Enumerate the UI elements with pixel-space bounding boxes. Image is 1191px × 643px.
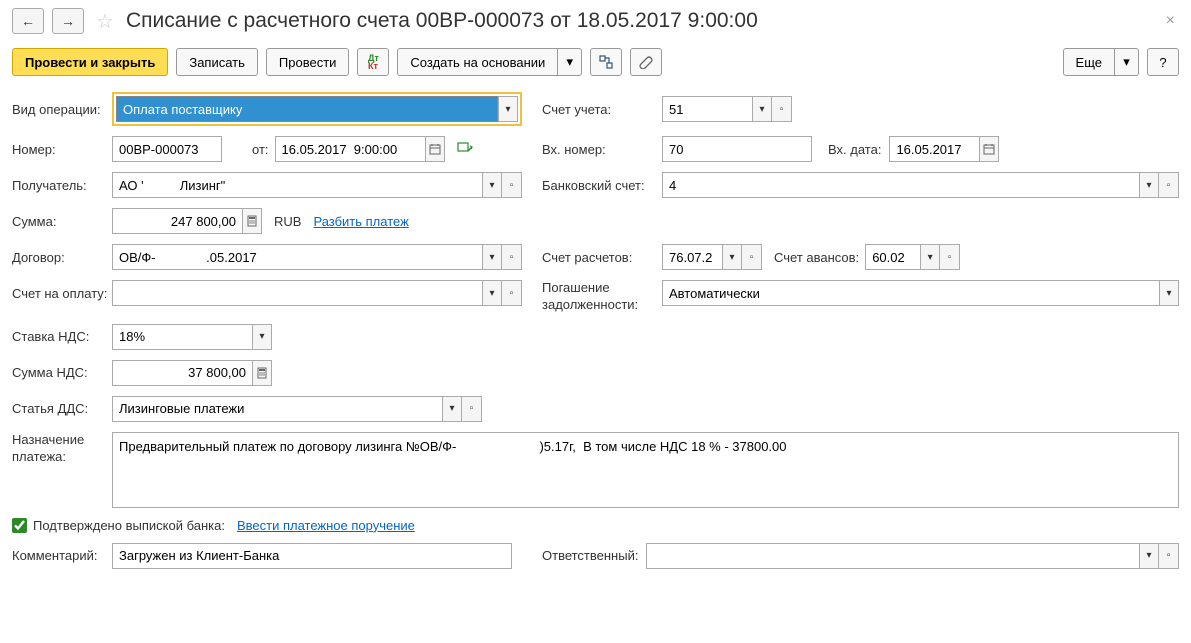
confirmed-by-bank-checkbox[interactable]	[12, 518, 27, 533]
invoice-input[interactable]	[112, 280, 482, 306]
recipient-label: Получатель:	[12, 178, 112, 193]
dds-article-dropdown[interactable]: ▾	[442, 396, 462, 422]
enter-payment-order-link[interactable]: Ввести платежное поручение	[237, 518, 415, 533]
page-title: Списание с расчетного счета 00ВР-000073 …	[126, 9, 758, 33]
in-date-input[interactable]	[889, 136, 979, 162]
help-button[interactable]: ?	[1147, 48, 1179, 76]
more-dropdown[interactable]: ▾	[1115, 48, 1139, 76]
settlement-acc-label: Счет расчетов:	[542, 250, 662, 265]
bank-account-open[interactable]: ▫	[1159, 172, 1179, 198]
contract-input[interactable]	[112, 244, 482, 270]
payment-purpose-textarea[interactable]	[112, 432, 1179, 508]
contract-label: Договор:	[12, 250, 112, 265]
advance-acc-dropdown[interactable]: ▾	[920, 244, 940, 270]
account-open[interactable]: ▫	[772, 96, 792, 122]
bank-account-input[interactable]	[662, 172, 1139, 198]
dt-kt-button[interactable]: ДтКт	[357, 48, 389, 76]
op-type-input[interactable]	[116, 96, 498, 122]
create-based-dropdown[interactable]: ▾	[558, 48, 582, 76]
amount-calc[interactable]	[242, 208, 262, 234]
split-payment-link[interactable]: Разбить платеж	[313, 214, 408, 229]
invoice-open[interactable]: ▫	[502, 280, 522, 306]
bank-account-label: Банковский счет:	[542, 178, 662, 193]
advance-acc-open[interactable]: ▫	[940, 244, 960, 270]
back-button[interactable]: ←	[12, 8, 44, 34]
dds-article-open[interactable]: ▫	[462, 396, 482, 422]
vat-amount-input[interactable]	[112, 360, 252, 386]
recipient-dropdown[interactable]: ▾	[482, 172, 502, 198]
in-number-input[interactable]	[662, 136, 812, 162]
in-date-calendar[interactable]	[979, 136, 999, 162]
settlement-acc-dropdown[interactable]: ▾	[722, 244, 742, 270]
vat-rate-dropdown[interactable]: ▾	[252, 324, 272, 350]
settlement-acc-open[interactable]: ▫	[742, 244, 762, 270]
advance-acc-input[interactable]	[865, 244, 920, 270]
dds-article-label: Статья ДДС:	[12, 401, 112, 416]
amount-label: Сумма:	[12, 214, 112, 229]
op-type-label: Вид операции:	[12, 102, 112, 117]
debt-repayment-dropdown[interactable]: ▾	[1159, 280, 1179, 306]
responsible-dropdown[interactable]: ▾	[1139, 543, 1159, 569]
in-date-label: Вх. дата:	[828, 142, 881, 157]
account-input[interactable]	[662, 96, 752, 122]
contract-dropdown[interactable]: ▾	[482, 244, 502, 270]
account-dropdown[interactable]: ▾	[752, 96, 772, 122]
date-input[interactable]	[275, 136, 425, 162]
responsible-label: Ответственный:	[542, 548, 638, 563]
vat-amount-calc[interactable]	[252, 360, 272, 386]
recipient-open[interactable]: ▫	[502, 172, 522, 198]
date-calendar[interactable]	[425, 136, 445, 162]
responsible-open[interactable]: ▫	[1159, 543, 1179, 569]
vat-rate-input[interactable]	[112, 324, 252, 350]
from-label: от:	[252, 142, 269, 157]
account-label: Счет учета:	[542, 102, 662, 117]
amount-input[interactable]	[112, 208, 242, 234]
debt-repayment-input[interactable]	[662, 280, 1159, 306]
payment-purpose-label: Назначение платежа:	[12, 432, 112, 466]
settlement-acc-input[interactable]	[662, 244, 722, 270]
vat-amount-label: Сумма НДС:	[12, 365, 112, 380]
favorite-star-icon[interactable]: ☆	[96, 9, 114, 34]
refresh-icon[interactable]	[457, 141, 473, 158]
responsible-input[interactable]	[646, 543, 1139, 569]
comment-label: Комментарий:	[12, 548, 112, 563]
bank-account-dropdown[interactable]: ▾	[1139, 172, 1159, 198]
comment-input[interactable]	[112, 543, 512, 569]
create-based-button[interactable]: Создать на основании	[397, 48, 558, 76]
advance-acc-label: Счет авансов:	[774, 250, 859, 265]
post-button[interactable]: Провести	[266, 48, 350, 76]
recipient-input[interactable]	[112, 172, 482, 198]
in-number-label: Вх. номер:	[542, 142, 662, 157]
number-label: Номер:	[12, 142, 112, 157]
currency-label: RUB	[274, 214, 301, 229]
structure-button[interactable]	[590, 48, 622, 76]
invoice-dropdown[interactable]: ▾	[482, 280, 502, 306]
number-input[interactable]	[112, 136, 222, 162]
more-button[interactable]: Еще	[1063, 48, 1115, 76]
contract-open[interactable]: ▫	[502, 244, 522, 270]
save-button[interactable]: Записать	[176, 48, 258, 76]
post-and-close-button[interactable]: Провести и закрыть	[12, 48, 168, 76]
confirmed-by-bank-label: Подтверждено выпиской банка:	[33, 518, 225, 533]
attachment-button[interactable]	[630, 48, 662, 76]
vat-rate-label: Ставка НДС:	[12, 329, 112, 344]
close-button[interactable]: ×	[1162, 8, 1179, 34]
debt-repayment-label: Погашение задолженности:	[542, 280, 662, 314]
dds-article-input[interactable]	[112, 396, 442, 422]
forward-button[interactable]: →	[52, 8, 84, 34]
invoice-label: Счет на оплату:	[12, 286, 112, 301]
op-type-dropdown[interactable]: ▾	[498, 96, 518, 122]
